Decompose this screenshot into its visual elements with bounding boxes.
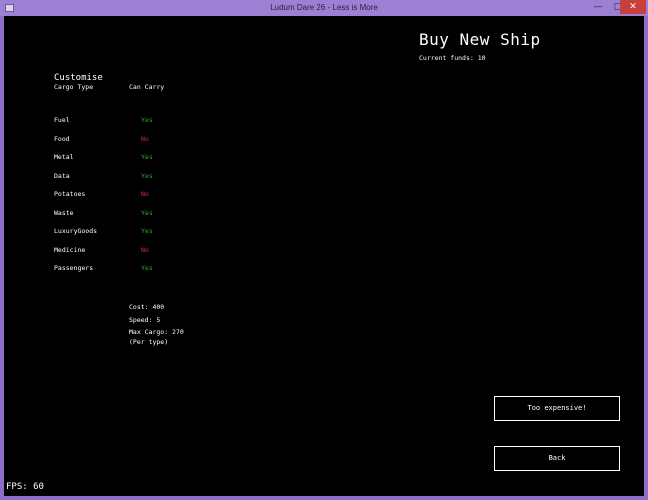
cargo-carry-toggle[interactable]: No bbox=[141, 246, 149, 254]
ship-cargo-note: (Per type) bbox=[129, 338, 169, 346]
window-titlebar[interactable]: Ludum Dare 26 - Less is More — □ ✕ bbox=[0, 0, 648, 16]
close-icon[interactable]: ✕ bbox=[620, 0, 646, 14]
col-cargo-type: Cargo Type bbox=[54, 83, 94, 91]
ship-cost: Cost: 400 bbox=[129, 303, 165, 311]
funds-label: Current funds: bbox=[419, 54, 474, 62]
page-title: Buy New Ship bbox=[419, 30, 541, 49]
cargo-type-label: Fuel bbox=[54, 116, 70, 124]
ship-speed: Speed: 5 bbox=[129, 316, 161, 324]
window-title: Ludum Dare 26 - Less is More bbox=[270, 3, 378, 12]
fps-counter: FPS: 60 bbox=[6, 482, 44, 492]
cargo-carry-toggle[interactable]: Yes bbox=[141, 227, 153, 235]
cargo-carry-toggle[interactable]: Yes bbox=[141, 264, 153, 272]
cargo-type-label: Potatoes bbox=[54, 190, 86, 198]
game-canvas: Buy New Ship Current funds: 10 Customise… bbox=[4, 16, 644, 496]
cargo-type-label: LuxuryGoods bbox=[54, 227, 98, 235]
minimize-icon[interactable]: — bbox=[588, 0, 608, 14]
cargo-carry-toggle[interactable]: Yes bbox=[141, 209, 153, 217]
cargo-type-label: Metal bbox=[54, 153, 74, 161]
cargo-carry-toggle[interactable]: No bbox=[141, 190, 149, 198]
cargo-type-label: Medicine bbox=[54, 245, 86, 254]
customise-title: Customise bbox=[54, 73, 103, 83]
cargo-carry-toggle[interactable]: No bbox=[141, 135, 149, 143]
cargo-carry-toggle[interactable]: Yes bbox=[141, 153, 153, 161]
col-can-carry: Can Carry bbox=[129, 83, 165, 91]
current-funds: Current funds: 10 bbox=[419, 54, 486, 62]
app-icon bbox=[5, 4, 14, 12]
back-button[interactable]: Back bbox=[494, 446, 620, 471]
cargo-type-label: Waste bbox=[54, 208, 74, 217]
cargo-type-label: Food bbox=[54, 134, 70, 143]
ship-max-cargo: Max Cargo: 270 bbox=[129, 328, 184, 336]
buy-ship-button[interactable]: Too expensive! bbox=[494, 396, 620, 421]
funds-value: 10 bbox=[477, 54, 486, 62]
cargo-type-label: Passengers bbox=[54, 264, 94, 272]
cargo-type-label: Data bbox=[54, 171, 70, 180]
cargo-carry-toggle[interactable]: Yes bbox=[141, 116, 153, 124]
cargo-carry-toggle[interactable]: Yes bbox=[141, 172, 153, 180]
